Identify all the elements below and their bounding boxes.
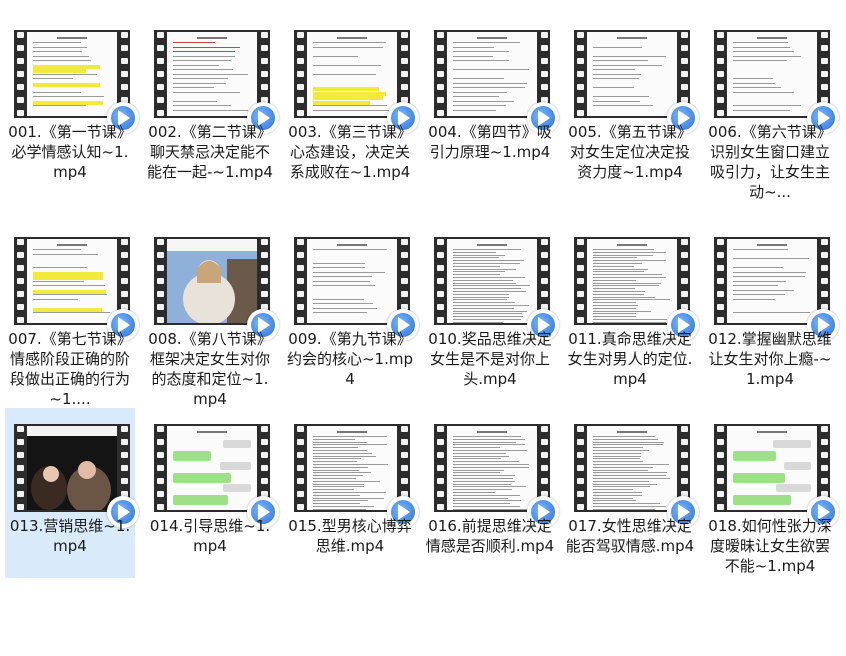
video-thumbnail — [154, 30, 279, 134]
file-name-label: 005.《第五节课》对女生定位决定投资力度~1.mp4 — [568, 123, 692, 181]
video-file-item[interactable]: 005.《第五节课》对女生定位决定投资力度~1.mp4 — [565, 14, 699, 184]
video-thumbnail — [14, 30, 139, 134]
file-name-label: 006.《第六节课》识别女生窗口建立吸引力，让女生主动~... — [708, 123, 832, 201]
photo-preview — [167, 239, 257, 323]
video-file-item[interactable]: 016.前提思维决定情感是否顺利.mp4 — [425, 408, 559, 578]
file-name-label: 017.女性思维决定能否驾驭情感.mp4 — [565, 517, 695, 555]
video-thumbnail — [574, 30, 699, 134]
video-file-item[interactable]: 009.《第九节课》约会的核心~1.mp4 — [285, 221, 419, 391]
video-thumbnail — [434, 30, 559, 134]
video-file-item[interactable]: 007.《第七节课》情感阶段正确的阶段做出正确的行为~1.... — [5, 221, 139, 408]
video-thumbnail — [14, 424, 139, 528]
file-name-label: 016.前提思维决定情感是否顺利.mp4 — [425, 517, 555, 555]
video-file-item[interactable]: 003.《第三节课》心态建设，决定关系成败在~1.mp4 — [285, 14, 419, 184]
video-file-item[interactable]: 008.《第八节课》框架决定女生对你的态度和定位~1.mp4 — [145, 221, 279, 408]
video-thumbnail — [714, 30, 839, 134]
video-thumbnail — [574, 237, 699, 341]
video-thumbnail — [14, 237, 139, 341]
video-file-item[interactable]: 015.型男核心博弈思维.mp4 — [285, 408, 419, 578]
file-name-label: 001.《第一节课》必学情感认知~1.mp4 — [8, 123, 132, 181]
video-thumbnail — [434, 424, 559, 528]
video-thumbnail — [714, 237, 839, 341]
video-file-item[interactable]: 006.《第六节课》识别女生窗口建立吸引力，让女生主动~... — [705, 14, 839, 201]
video-file-item[interactable]: 018.如何性张力深度暧昧让女生欲罢不能~1.mp4 — [705, 408, 839, 578]
video-thumbnail — [714, 424, 839, 528]
video-file-item[interactable]: 017.女性思维决定能否驾驭情感.mp4 — [565, 408, 699, 578]
file-name-label: 012.掌握幽默思维让女生对你上瘾-~1.mp4 — [708, 330, 832, 388]
file-name-label: 003.《第三节课》心态建设，决定关系成败在~1.mp4 — [288, 123, 412, 181]
photo-preview — [27, 426, 117, 510]
video-thumbnail — [294, 237, 419, 341]
video-file-item[interactable]: 010.奖品思维决定女生是不是对你上头.mp4 — [425, 221, 559, 391]
file-name-label: 011.真命思维决定女生对男人的定位.mp4 — [567, 330, 693, 388]
video-file-item[interactable]: 013.营销思维~1.mp4 — [5, 408, 139, 578]
file-name-label: 018.如何性张力深度暧昧让女生欲罢不能~1.mp4 — [708, 517, 832, 575]
video-file-item[interactable]: 002.《第二节课》聊天禁忌决定能不能在一起-~1.mp4 — [145, 14, 279, 184]
video-thumbnail — [154, 424, 279, 528]
file-name-label: 013.营销思维~1.mp4 — [9, 517, 131, 555]
video-thumbnail — [434, 237, 559, 341]
video-thumbnail — [294, 424, 419, 528]
file-name-label: 002.《第二节课》聊天禁忌决定能不能在一起-~1.mp4 — [147, 123, 273, 181]
video-file-item[interactable]: 011.真命思维决定女生对男人的定位.mp4 — [565, 221, 699, 391]
video-thumbnail — [154, 237, 279, 341]
file-name-label: 007.《第七节课》情感阶段正确的阶段做出正确的行为~1.... — [8, 330, 132, 408]
video-file-item[interactable]: 012.掌握幽默思维让女生对你上瘾-~1.mp4 — [705, 221, 839, 391]
video-file-item[interactable]: 001.《第一节课》必学情感认知~1.mp4 — [5, 14, 139, 184]
video-file-item[interactable]: 014.引导思维~1.mp4 — [145, 408, 279, 578]
file-name-label: 004.《第四节》吸引力原理~1.mp4 — [428, 123, 552, 161]
video-thumbnail — [294, 30, 419, 134]
file-name-label: 015.型男核心博弈思维.mp4 — [288, 517, 412, 555]
video-thumbnail — [574, 424, 699, 528]
file-name-label: 008.《第八节课》框架决定女生对你的态度和定位~1.mp4 — [148, 330, 272, 408]
file-grid: 001.《第一节课》必学情感认知~1.mp4 002.《第二节课》聊天禁忌决定能不… — [0, 0, 846, 656]
file-name-label: 010.奖品思维决定女生是不是对你上头.mp4 — [428, 330, 552, 388]
file-name-label: 014.引导思维~1.mp4 — [149, 517, 271, 555]
file-name-label: 009.《第九节课》约会的核心~1.mp4 — [286, 330, 413, 388]
video-file-item[interactable]: 004.《第四节》吸引力原理~1.mp4 — [425, 14, 559, 184]
